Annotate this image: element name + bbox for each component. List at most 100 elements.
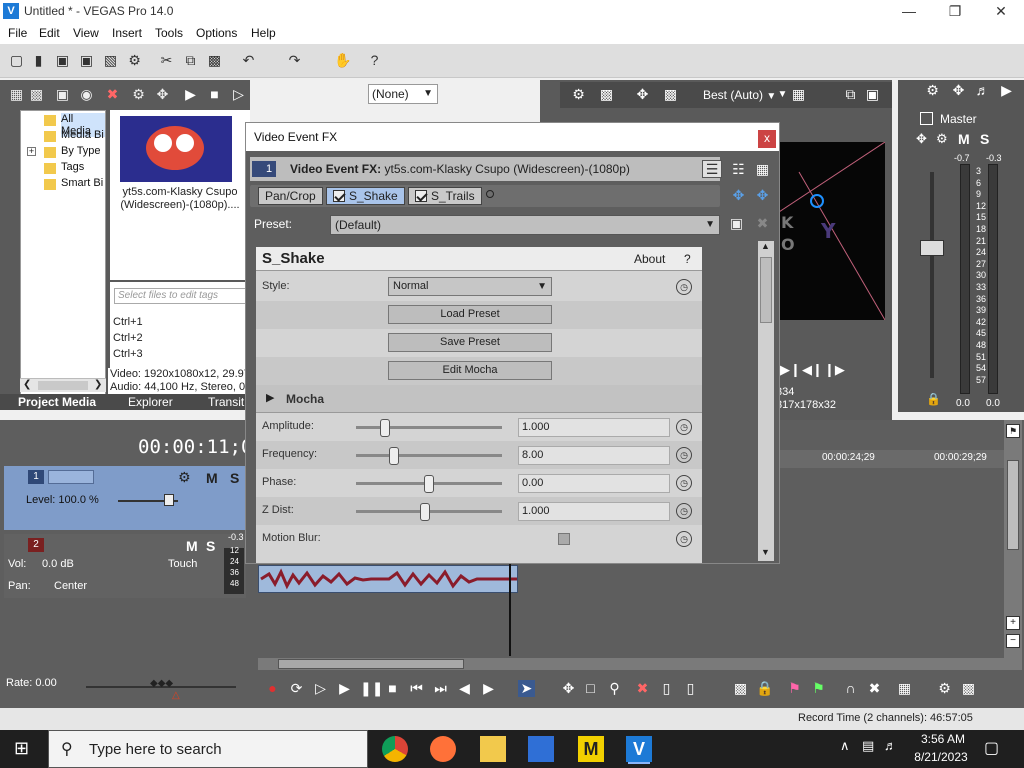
- frequency-value-input[interactable]: 8.00: [518, 446, 670, 465]
- tree-item-by-type[interactable]: By Type: [61, 145, 101, 157]
- delete-preset-icon[interactable]: ✖: [754, 215, 771, 232]
- downmix-icon[interactable]: ▶: [998, 82, 1015, 99]
- prev-frame-icon[interactable]: ▶❙: [780, 362, 801, 378]
- crosshair-icon[interactable]: ✥: [634, 86, 651, 103]
- tree-horizontal-scrollbar[interactable]: ❮ ❯: [20, 378, 106, 392]
- list-view-icon[interactable]: ☰: [702, 160, 722, 178]
- minimize-button[interactable]: —: [886, 0, 932, 24]
- delete-icon[interactable]: ✖: [634, 680, 651, 697]
- open-folder-icon[interactable]: ▮: [30, 52, 47, 69]
- undo-icon[interactable]: ↶: [240, 52, 257, 69]
- snapping-icon[interactable]: ∩: [842, 680, 859, 697]
- save-preset-button[interactable]: Save Preset: [388, 333, 552, 352]
- rate-slider-handle[interactable]: ◆◆◆: [150, 678, 173, 689]
- new-file-icon[interactable]: ▢: [8, 52, 25, 69]
- fx-chain-icon[interactable]: ✥: [916, 131, 927, 147]
- chain-pan-crop-button[interactable]: Pan/Crop: [258, 187, 323, 205]
- preset-dropdown[interactable]: (Default) ▼: [330, 215, 720, 235]
- stop-icon[interactable]: ■: [206, 86, 223, 103]
- split-screen-icon[interactable]: ▩: [598, 86, 615, 103]
- z-dist-slider-thumb[interactable]: [419, 503, 430, 521]
- redo-icon[interactable]: ↷: [286, 52, 303, 69]
- remove-plugin-icon[interactable]: ✥: [754, 187, 771, 204]
- auto-crossfade-icon[interactable]: ✖: [866, 680, 883, 697]
- tab-project-media[interactable]: Project Media: [18, 395, 96, 409]
- audio-event-clip[interactable]: [258, 565, 518, 593]
- amplitude-value-input[interactable]: 1.000: [518, 418, 670, 437]
- gear-icon[interactable]: ⚙: [936, 131, 948, 147]
- export-icon[interactable]: ▩: [960, 680, 977, 697]
- region-icon[interactable]: ⚑: [810, 680, 827, 697]
- capture-icon[interactable]: ▩: [28, 86, 45, 103]
- import-media-icon[interactable]: ▦: [8, 86, 25, 103]
- pause-icon[interactable]: ❚❚: [360, 680, 383, 697]
- fx-panel-scrollbar[interactable]: ▲ ▼: [758, 241, 774, 561]
- ripple-edit-icon[interactable]: ▦: [896, 680, 913, 697]
- fx-scroll-thumb[interactable]: [760, 257, 772, 323]
- chrome-icon[interactable]: [382, 736, 408, 762]
- menu-view[interactable]: View: [73, 26, 99, 40]
- selection-tool-icon[interactable]: □: [582, 680, 599, 697]
- add-plugin-icon[interactable]: ✥: [730, 187, 747, 204]
- play-icon[interactable]: ▶: [336, 680, 353, 697]
- scroll-right-icon[interactable]: ❯: [94, 379, 102, 390]
- track2-mute-button[interactable]: M: [186, 538, 198, 554]
- track1-name-field[interactable]: [48, 470, 94, 484]
- gear-icon[interactable]: ⚙: [924, 82, 941, 99]
- video-track-header[interactable]: 1 Level: 100.0 % M S ⚙: [4, 466, 246, 530]
- save-as-icon[interactable]: ▣: [78, 52, 95, 69]
- vertical-scroll-thumb[interactable]: [1007, 460, 1019, 550]
- preview-quality-dropdown[interactable]: Best (Auto) ▼: [703, 88, 776, 102]
- copy-snapshot-icon[interactable]: ⧉: [842, 86, 859, 103]
- lock-icon[interactable]: 🔒: [756, 680, 773, 697]
- taskbar-date[interactable]: 8/21/2023: [906, 750, 976, 764]
- lock-envelopes-icon[interactable]: ⚙: [936, 680, 953, 697]
- whats-this-help-icon[interactable]: ?: [366, 52, 383, 69]
- remove-icon[interactable]: ✖: [104, 86, 121, 103]
- master-mute-button[interactable]: M: [958, 131, 970, 147]
- stop-icon[interactable]: ■: [384, 680, 401, 697]
- explore-hand-icon[interactable]: ✋: [334, 52, 351, 69]
- scroll-left-icon[interactable]: ❮: [23, 379, 31, 390]
- step-back-icon[interactable]: ◀❙: [802, 362, 823, 378]
- timeline-scroll-thumb[interactable]: [278, 659, 464, 669]
- record-icon[interactable]: ●: [264, 680, 281, 697]
- help-button[interactable]: ?: [684, 252, 691, 266]
- marker-icon[interactable]: ⚑: [786, 680, 803, 697]
- windows-start-icon[interactable]: ⊞: [14, 738, 29, 759]
- taskbar-search-box[interactable]: ⚲ Type here to search: [48, 730, 368, 768]
- plugin-preset-dropdown[interactable]: (None) ▼: [368, 84, 438, 104]
- get-media-icon[interactable]: ▣: [54, 86, 71, 103]
- track2-automation-mode[interactable]: Touch: [168, 558, 197, 570]
- scroll-down-icon[interactable]: ▼: [761, 547, 770, 557]
- microsoft-store-icon[interactable]: [528, 736, 554, 762]
- menu-file[interactable]: File: [8, 26, 27, 40]
- go-to-end-icon[interactable]: ⏭: [432, 680, 449, 697]
- expand-arrow-icon[interactable]: ▶: [266, 391, 274, 404]
- chevron-up-icon[interactable]: ∧: [840, 738, 850, 754]
- save-snapshot-icon[interactable]: ▣: [864, 86, 881, 103]
- speaker-icon[interactable]: ♬: [974, 82, 991, 99]
- step-forward-icon[interactable]: ❙▶: [824, 362, 845, 378]
- next-frame-icon[interactable]: ▶: [480, 680, 497, 697]
- chain-s-trails-button[interactable]: S_Trails: [408, 187, 482, 205]
- gear-icon[interactable]: ⚙: [178, 469, 191, 486]
- keyframe-clock-icon[interactable]: ◷: [676, 503, 692, 519]
- close-button[interactable]: ✕: [978, 0, 1024, 24]
- go-to-start-icon[interactable]: ⏮: [408, 680, 425, 697]
- split-icon[interactable]: ▯: [682, 680, 699, 697]
- amplitude-slider-thumb[interactable]: [380, 419, 391, 437]
- zoom-icon[interactable]: ⚑: [1006, 424, 1020, 438]
- copy-icon[interactable]: ⧉: [182, 52, 199, 69]
- auto-preview-icon[interactable]: ▷: [230, 86, 247, 103]
- master-checkbox[interactable]: [920, 112, 933, 125]
- tree-item-media-bins[interactable]: Media Bi: [61, 129, 104, 141]
- fx-chain-icon[interactable]: ✥: [950, 82, 967, 99]
- vegas-pro-icon[interactable]: V: [626, 736, 652, 762]
- fx-dialog-close-button[interactable]: x: [758, 130, 776, 148]
- master-fader-handle[interactable]: [920, 240, 944, 256]
- menu-options[interactable]: Options: [196, 26, 237, 40]
- loop-playback-icon[interactable]: ⟳: [288, 680, 305, 697]
- checkbox-checked-icon[interactable]: [333, 190, 345, 202]
- grid-view-icon[interactable]: ▦: [754, 161, 771, 178]
